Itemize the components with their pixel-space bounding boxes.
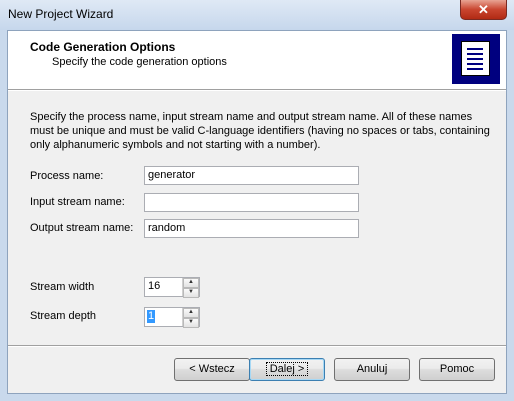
input-stream-name-input[interactable]: [144, 193, 359, 212]
next-button-label: Dalej >: [265, 362, 309, 376]
wizard-client-area: Code Generation Options Specify the code…: [7, 30, 507, 394]
output-stream-name-label: Output stream name:: [30, 222, 134, 234]
output-stream-name-input[interactable]: random: [144, 219, 359, 238]
stream-width-up-icon[interactable]: ▲: [183, 278, 199, 288]
stream-depth-up-icon[interactable]: ▲: [183, 308, 199, 318]
next-button[interactable]: Dalej >: [249, 358, 325, 381]
stream-depth-down-icon[interactable]: ▼: [183, 318, 199, 328]
window-title: New Project Wizard: [8, 7, 114, 21]
header-divider: [8, 89, 506, 91]
wizard-header: Code Generation Options Specify the code…: [8, 31, 506, 89]
stream-depth-label: Stream depth: [30, 310, 97, 322]
input-stream-name-label: Input stream name:: [30, 196, 125, 208]
process-name-input[interactable]: generator: [144, 166, 359, 185]
page-subtitle: Specify the code generation options: [52, 56, 227, 68]
stream-width-spinner[interactable]: 16 ▲ ▼: [144, 277, 200, 298]
close-icon: ✕: [478, 2, 489, 17]
stream-width-label: Stream width: [30, 281, 95, 293]
title-bar[interactable]: New Project Wizard ✕: [0, 0, 514, 30]
back-button-label: < Wstecz: [189, 363, 235, 375]
footer-divider: [8, 345, 506, 347]
stream-depth-value[interactable]: 1: [147, 310, 156, 323]
cancel-button[interactable]: Anuluj: [334, 358, 410, 381]
stream-width-value[interactable]: 16: [148, 280, 160, 293]
document-icon: [452, 34, 500, 84]
process-name-label: Process name:: [30, 170, 104, 182]
help-button-label: Pomoc: [439, 363, 475, 375]
close-button[interactable]: ✕: [460, 0, 507, 20]
stream-width-down-icon[interactable]: ▼: [183, 288, 199, 298]
cancel-button-label: Anuluj: [356, 363, 388, 375]
help-button[interactable]: Pomoc: [419, 358, 495, 381]
instructions-text: Specify the process name, input stream n…: [30, 111, 490, 151]
back-button[interactable]: < Wstecz: [174, 358, 250, 381]
page-title: Code Generation Options: [30, 40, 176, 54]
stream-depth-spinner[interactable]: 1 ▲ ▼: [144, 307, 200, 328]
